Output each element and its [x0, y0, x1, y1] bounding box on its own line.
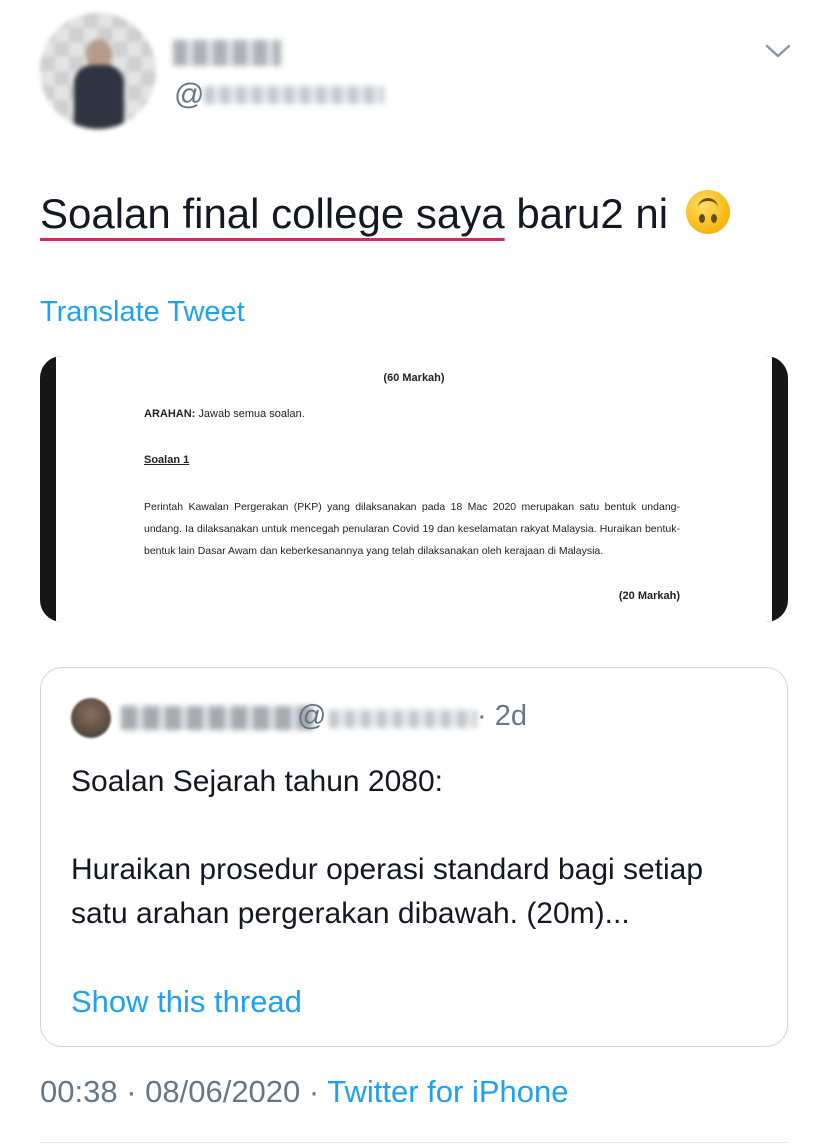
quoted-line-1: Soalan Sejarah tahun 2080:: [71, 765, 443, 798]
quoted-name-blurred: [121, 706, 313, 730]
tweet-timestamp: 00:38 · 08/06/2020 ·: [40, 1074, 328, 1109]
divider: [40, 1142, 788, 1143]
arahan-text: Jawab semua soalan.: [195, 408, 305, 420]
exam-paper-image: (60 Markah) ARAHAN: Jawab semua soalan. …: [56, 356, 772, 622]
show-thread-link[interactable]: Show this thread: [71, 984, 302, 1020]
translate-tweet-link[interactable]: Translate Tweet: [40, 296, 245, 329]
author-name-blurred[interactable]: [173, 40, 281, 66]
marks-bottom: (20 Markah): [618, 590, 680, 602]
soalan-heading: Soalan 1: [144, 454, 190, 466]
arahan-line: ARAHAN: Jawab semua soalan.: [144, 408, 305, 420]
quoted-text: Soalan Sejarah tahun 2080: Huraikan pros…: [71, 760, 761, 936]
quoted-handle-prefix: @: [297, 700, 327, 732]
quoted-time: · 2d: [477, 700, 527, 732]
arahan-label: ARAHAN:: [144, 408, 196, 420]
quoted-line-2: Huraikan prosedur operasi standard bagi …: [71, 853, 704, 930]
question-paragraph: Perintah Kawalan Pergerakan (PKP) yang d…: [144, 501, 680, 557]
author-avatar[interactable]: [40, 13, 156, 129]
tweet-source-link[interactable]: Twitter for iPhone: [327, 1074, 568, 1109]
author-handle-prefix: @: [174, 78, 205, 111]
author-handle-blurred: [204, 86, 384, 104]
tweet-text: Soalan final college saya baru2 ni: [40, 186, 730, 242]
quoted-handle-blurred: [329, 710, 477, 728]
tweet-meta: 00:38 · 08/06/2020 · Twitter for iPhone: [40, 1074, 568, 1110]
tweet-media-image[interactable]: (60 Markah) ARAHAN: Jawab semua soalan. …: [40, 356, 788, 622]
tweet-text-underlined: Soalan final college saya: [40, 190, 505, 237]
marks-top: (60 Markah): [383, 372, 445, 384]
chevron-down-icon[interactable]: [764, 40, 792, 62]
tweet-text-rest: baru2 ni: [504, 190, 669, 237]
tweet-detail: @ Soalan final college saya baru2 ni Tra…: [0, 0, 828, 1146]
upside-down-face-icon: [685, 190, 730, 234]
quoted-tweet[interactable]: @ · 2d Soalan Sejarah tahun 2080: Huraik…: [40, 667, 788, 1047]
quoted-avatar: [71, 698, 111, 738]
